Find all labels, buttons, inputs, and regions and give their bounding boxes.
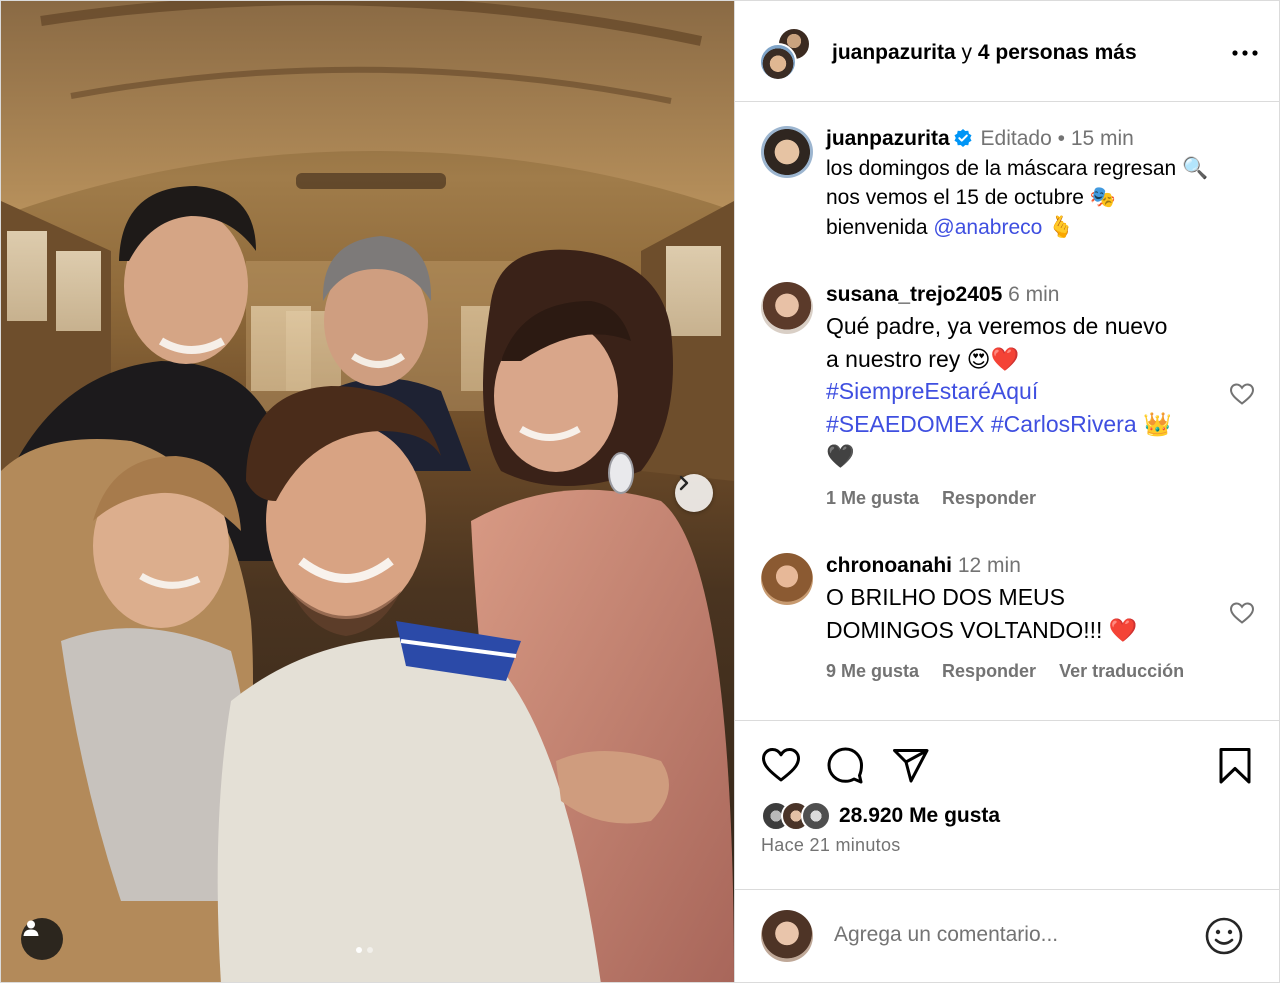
like-comment-button[interactable] xyxy=(1229,382,1255,411)
caption-line: nos vemos el 15 de octubre 🎭 xyxy=(826,186,1116,209)
reply-button[interactable]: Responder xyxy=(942,488,1036,508)
post-footer: 28.920 Me gusta Hace 21 minutos xyxy=(735,720,1279,982)
comment-input[interactable] xyxy=(834,918,1194,952)
heart-icon xyxy=(762,748,800,782)
header-title: juanpazurita y 4 personas más xyxy=(832,41,1137,65)
tagged-users-button[interactable] xyxy=(21,918,63,960)
comment-time[interactable]: 12 min xyxy=(958,554,1021,577)
header-conjunction: y xyxy=(961,41,973,64)
post-header: juanpazurita y 4 personas más xyxy=(735,1,1279,102)
emoji-picker-button[interactable] xyxy=(1204,916,1244,961)
hashtag-link[interactable]: #CarlosRivera xyxy=(991,411,1137,437)
caption-text: bienvenida xyxy=(826,215,934,239)
translate-link[interactable]: Ver traducción xyxy=(1059,661,1184,681)
comment-text: Qué padre, ya veremos de nuevo xyxy=(826,313,1168,339)
comment-actions: 1 Me gusta Responder xyxy=(826,488,1054,509)
comment-icon xyxy=(827,747,863,784)
chevron-right-icon xyxy=(679,475,689,491)
heart-icon xyxy=(1229,602,1255,624)
post-timestamp[interactable]: Hace 21 minutos xyxy=(761,835,901,856)
comment-likes-link[interactable]: 9 Me gusta xyxy=(826,661,919,681)
likes-summary[interactable]: 28.920 Me gusta xyxy=(761,799,1000,833)
post-modal: juanpazurita y 4 personas más juanpazuri… xyxy=(0,0,1280,983)
tag-user-icon xyxy=(23,920,39,936)
caption-line: los domingos de la máscara regresan 🔍 xyxy=(826,156,1209,180)
avatar xyxy=(761,910,813,962)
next-photo-button[interactable] xyxy=(675,474,713,512)
caption-line: bienvenida @anabreco 🫰 xyxy=(826,213,1256,243)
avatar[interactable] xyxy=(761,282,813,334)
like-comment-button[interactable] xyxy=(1229,601,1255,630)
comment-text: O BRILHO DOS MEUS xyxy=(826,584,1065,610)
comment-time[interactable]: 6 min xyxy=(1008,283,1059,306)
comments-list[interactable]: juanpazurita Editado • 15 min los doming… xyxy=(735,102,1279,720)
comment-actions: 9 Me gusta Responder Ver traducción xyxy=(826,661,1202,682)
meta-separator: • xyxy=(1057,127,1065,150)
share-button[interactable] xyxy=(892,748,930,789)
carousel-dot xyxy=(367,947,373,953)
caption-emoji: 🫰 xyxy=(1042,215,1075,239)
comment-emoji: 👑 xyxy=(1143,410,1172,437)
comment-body: chronoanahi 12 min O BRILHO DOS MEUS DOM… xyxy=(826,551,1256,646)
hashtag-link[interactable]: #SEAEDOMEX xyxy=(826,411,985,437)
comment-text: DOMINGOS VOLTANDO!!! ❤️ xyxy=(826,616,1138,643)
avatar[interactable] xyxy=(761,126,813,178)
comment-text: a nuestro rey 😍❤️ xyxy=(826,345,1020,372)
share-icon xyxy=(893,749,929,783)
comment-body: susana_trejo2405 6 min Qué padre, ya ver… xyxy=(826,280,1256,473)
avatar xyxy=(801,801,831,831)
header-username[interactable]: juanpazurita xyxy=(832,41,956,64)
comment-emoji: 🖤 xyxy=(826,443,855,469)
carousel-dot xyxy=(356,947,362,953)
heart-icon xyxy=(1229,383,1255,405)
carousel-indicator xyxy=(356,947,373,953)
comment-likes-link[interactable]: 1 Me gusta xyxy=(826,488,919,508)
bookmark-icon xyxy=(1219,748,1251,784)
comment-button[interactable] xyxy=(826,746,864,789)
post-photo[interactable] xyxy=(1,1,734,982)
likes-count[interactable]: 28.920 Me gusta xyxy=(839,804,1000,828)
like-button[interactable] xyxy=(761,747,801,788)
more-horizontal-icon xyxy=(1232,50,1258,56)
caption-time[interactable]: 15 min xyxy=(1071,127,1134,150)
header-others-link[interactable]: 4 personas más xyxy=(978,41,1137,64)
mention-link[interactable]: @anabreco xyxy=(933,216,1042,239)
reply-button[interactable]: Responder xyxy=(942,661,1036,681)
post-side-panel: juanpazurita y 4 personas más juanpazuri… xyxy=(734,1,1279,982)
add-comment-bar xyxy=(735,889,1279,982)
verified-badge-icon xyxy=(954,129,972,147)
caption-body: juanpazurita Editado • 15 min los doming… xyxy=(826,124,1256,242)
photo-illustration xyxy=(1,1,734,982)
save-button[interactable] xyxy=(1218,747,1252,790)
hashtag-link[interactable]: #SiempreEstaréAquí xyxy=(826,375,1256,408)
comment-hashtag-line: #SEAEDOMEX #CarlosRivera 👑 xyxy=(826,408,1256,441)
more-options-button[interactable] xyxy=(1231,41,1259,70)
avatar xyxy=(759,43,797,81)
avatar[interactable] xyxy=(761,553,813,605)
comment-username[interactable]: susana_trejo2405 xyxy=(826,283,1002,306)
caption-username[interactable]: juanpazurita xyxy=(826,127,950,150)
edited-label: Editado xyxy=(980,127,1052,150)
emoji-icon xyxy=(1205,917,1243,955)
comment-username[interactable]: chronoanahi xyxy=(826,554,952,577)
collaborators-avatars[interactable] xyxy=(759,27,811,81)
